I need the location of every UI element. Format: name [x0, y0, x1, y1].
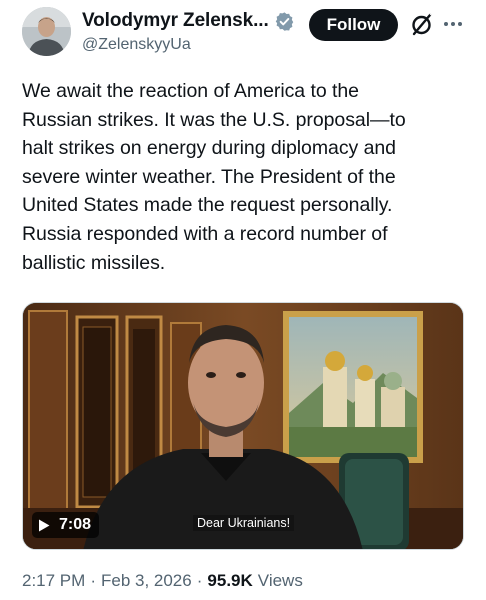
- follow-button[interactable]: Follow: [309, 9, 398, 41]
- tweet-header: Volodymyr Zelensk... @ZelenskyyUa Follow: [0, 0, 486, 62]
- author-handle[interactable]: @ZelenskyyUa: [82, 36, 191, 54]
- video-caption: Dear Ukrainians!: [193, 515, 295, 531]
- tweet-text-line: Russia responded with a record number of: [22, 222, 388, 245]
- video-duration-badge: 7:08: [32, 512, 100, 538]
- views-label: Views: [257, 571, 303, 590]
- post-time[interactable]: 2:17 PM: [22, 571, 85, 591]
- tweet-text-line: ballistic missiles.: [22, 251, 166, 274]
- post-date[interactable]: Feb 3, 2026: [101, 571, 192, 591]
- video-media[interactable]: 7:08 Dear Ukrainians!: [22, 302, 464, 550]
- meta-separator: ·: [196, 571, 203, 590]
- more-options-icon[interactable]: [442, 14, 464, 34]
- tweet-text: We await the reaction of America to the …: [22, 77, 472, 277]
- views-count[interactable]: 95.9K: [207, 571, 252, 591]
- author-display-name[interactable]: Volodymyr Zelensk...: [82, 10, 269, 32]
- tweet-text-line: halt strikes on energy during diplomacy …: [22, 137, 396, 160]
- tweet-text-line: We await the reaction of America to the: [22, 80, 359, 102]
- tweet-text-line: United States made the request personall…: [22, 194, 393, 217]
- play-icon: [39, 519, 50, 531]
- grok-icon[interactable]: [409, 11, 435, 37]
- author-avatar[interactable]: [22, 7, 71, 56]
- author-name-row: Volodymyr Zelensk...: [82, 10, 295, 32]
- tweet-text-line: severe winter weather. The President of …: [22, 165, 396, 188]
- video-duration: 7:08: [59, 516, 92, 533]
- tweet-text-line: Russian strikes. It was the U.S. proposa…: [22, 108, 406, 131]
- tweet-meta: 2:17 PM · Feb 3, 2026 · 95.9K Views: [22, 571, 303, 591]
- verified-badge-icon: [275, 11, 293, 31]
- meta-separator: ·: [90, 571, 96, 590]
